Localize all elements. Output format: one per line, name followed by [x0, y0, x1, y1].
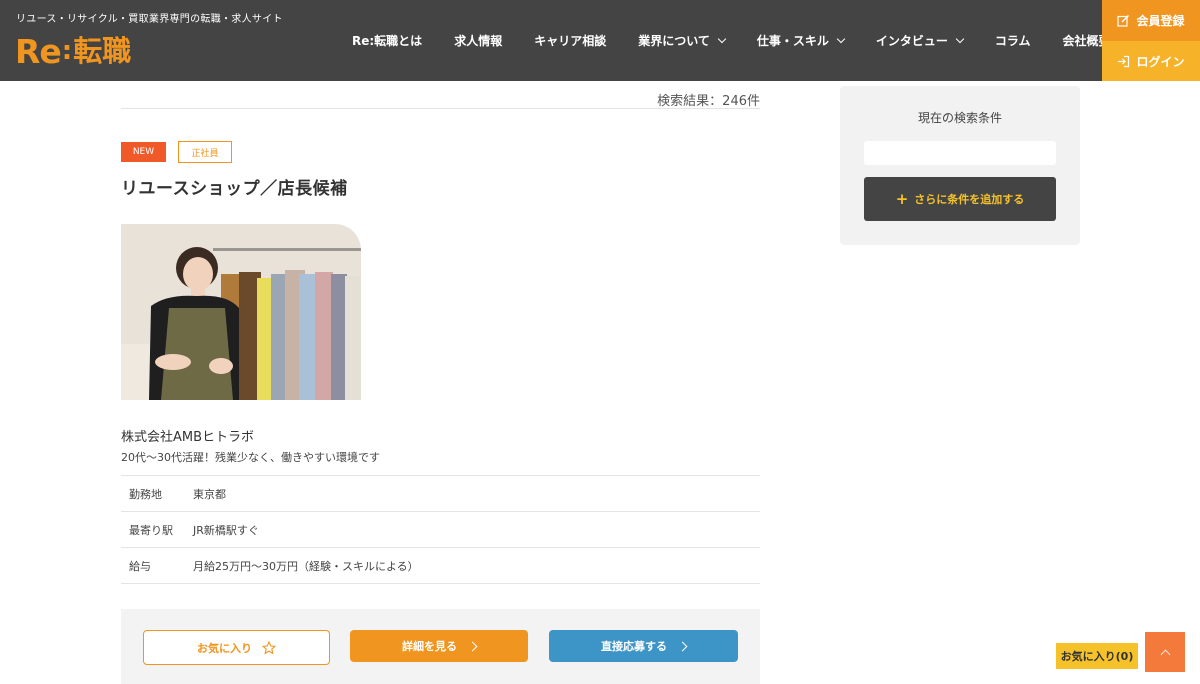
- detail-value: 月給25万円〜30万円（経験・スキルによる）: [193, 559, 419, 573]
- nav-item-column[interactable]: コラム: [979, 32, 1047, 49]
- back-to-top-button[interactable]: [1145, 632, 1185, 672]
- detail-label: 最寄り駅: [129, 523, 173, 537]
- add-condition-button[interactable]: + さらに条件を追加する: [864, 177, 1056, 221]
- login-icon: [1118, 55, 1130, 67]
- detail-label: 勤務地: [129, 487, 162, 501]
- logo-colon: :: [61, 36, 73, 66]
- logo-re-text: Re: [15, 31, 62, 71]
- direct-apply-button[interactable]: 直接応募する: [549, 630, 738, 662]
- employment-type-badge: 正社員: [178, 141, 232, 163]
- nav-label: インタビュー: [875, 34, 948, 48]
- nav-item-jobs[interactable]: 求人情報: [438, 32, 518, 49]
- register-button[interactable]: 会員登録: [1102, 0, 1200, 41]
- logo-jp-text: 転職: [73, 33, 132, 68]
- apply-label: 直接応募する: [601, 640, 667, 653]
- nav-label: 業界について: [638, 34, 710, 48]
- nav-item-about[interactable]: Re:転職とは: [336, 32, 438, 49]
- favorites-floating-button[interactable]: お気に入り(0): [1056, 643, 1138, 669]
- nav-label: 求人情報: [454, 34, 503, 48]
- main-nav: Re:転職とは 求人情報 キャリア相談 業界について 仕事・スキル インタビュー…: [336, 0, 1127, 81]
- star-icon: [262, 640, 276, 655]
- site-logo[interactable]: Re : 転職: [15, 29, 131, 73]
- job-catchphrase: 20代〜30代活躍！残業少なく、働きやすい環境です: [121, 451, 380, 464]
- login-label: ログイン: [1136, 54, 1185, 69]
- search-result-count: 検索結果：246件: [657, 94, 760, 109]
- chevron-up-icon: [1160, 649, 1170, 659]
- favorite-label: お気に入り: [197, 641, 252, 655]
- view-details-button[interactable]: 詳細を見る: [350, 630, 528, 662]
- nav-item-industry[interactable]: 業界について: [622, 32, 741, 49]
- shop-staff-photo: [121, 224, 361, 400]
- chevron-right-icon: [677, 641, 688, 651]
- detail-value: 東京都: [193, 487, 226, 501]
- current-conditions-box: [864, 141, 1056, 165]
- divider: [121, 108, 760, 109]
- chevron-down-icon: [836, 34, 846, 43]
- nav-item-career-consult[interactable]: キャリア相談: [518, 32, 622, 49]
- detail-row-salary: 給与 月給25万円〜30万円（経験・スキルによる）: [121, 548, 760, 584]
- edit-icon: [1117, 15, 1130, 27]
- nav-label: Re:転職とは: [352, 34, 423, 48]
- chevron-down-icon: [717, 34, 727, 43]
- chevron-right-icon: [467, 641, 478, 651]
- detail-label: 詳細を見る: [402, 640, 457, 653]
- nav-label: コラム: [994, 34, 1031, 48]
- detail-row-location: 勤務地 東京都: [121, 476, 760, 512]
- search-conditions-panel: 現在の検索条件 + さらに条件を追加する: [840, 86, 1080, 245]
- search-conditions-title: 現在の検索条件: [917, 111, 1002, 125]
- company-name[interactable]: 株式会社AMBヒトラボ: [121, 426, 254, 445]
- nav-item-work-skills[interactable]: 仕事・スキル: [741, 32, 860, 49]
- login-button[interactable]: ログイン: [1102, 41, 1200, 81]
- plus-icon: +: [895, 190, 909, 208]
- job-photo[interactable]: [121, 224, 361, 400]
- nav-label: 仕事・スキル: [756, 34, 829, 48]
- register-label: 会員登録: [1136, 14, 1185, 28]
- add-condition-label: さらに条件を追加する: [914, 193, 1025, 206]
- site-header: リユース・リサイクル・買取業界専門の転職・求人サイト Re : 転職 Re:転職…: [0, 0, 1200, 81]
- chevron-down-icon: [955, 34, 965, 43]
- nav-label: キャリア相談: [534, 34, 607, 48]
- favorite-button[interactable]: お気に入り: [143, 630, 330, 665]
- new-badge: NEW: [121, 142, 166, 162]
- detail-row-station: 最寄り駅 JR新橋駅すぐ: [121, 512, 760, 548]
- site-tagline: リユース・リサイクル・買取業界専門の転職・求人サイト: [16, 14, 283, 25]
- job-title[interactable]: リユースショップ／店長候補: [121, 174, 348, 199]
- detail-value: JR新橋駅すぐ: [193, 523, 259, 537]
- nav-item-interview[interactable]: インタビュー: [860, 32, 979, 49]
- detail-label: 給与: [129, 559, 151, 573]
